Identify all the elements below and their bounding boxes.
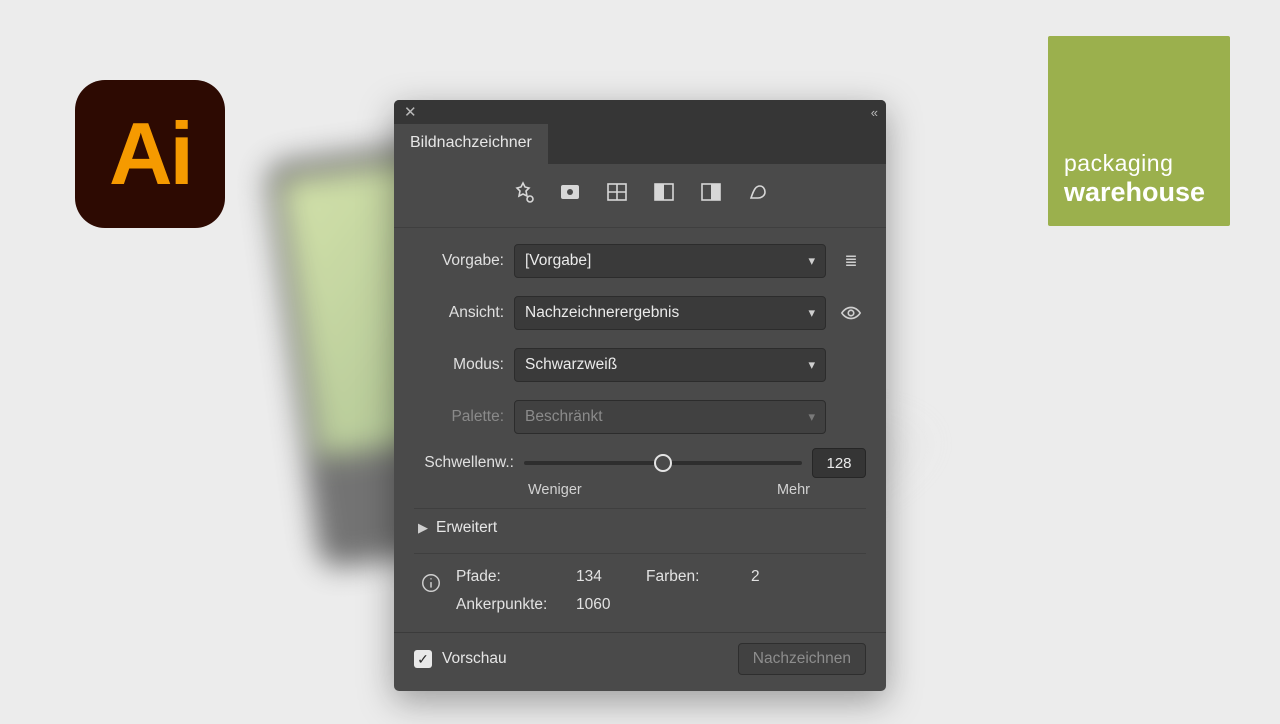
preview-label: Vorschau [442,650,507,668]
preset-value: [Vorgabe] [525,252,591,270]
anchors-value: 1060 [576,596,646,614]
view-value: Nachzeichnerergebnis [525,304,679,322]
collapse-icon[interactable]: « [871,105,876,120]
preset-dropdown[interactable]: [Vorgabe] ▾ [514,244,826,278]
threshold-slider[interactable] [524,461,802,465]
threshold-value: 128 [826,455,851,472]
paths-label: Pfade: [456,568,576,586]
colors-value: 2 [751,568,781,586]
illustrator-logo: Ai [75,80,225,228]
threshold-label: Schwellenw.: [414,454,514,472]
paths-value: 134 [576,568,646,586]
preset-label: Vorgabe: [414,252,504,270]
low-color-icon[interactable] [605,180,629,209]
chevron-down-icon: ▾ [808,253,815,269]
threshold-min-label: Weniger [528,482,582,498]
illustrator-logo-text: Ai [109,103,191,205]
view-dropdown[interactable]: Nachzeichnerergebnis ▾ [514,296,826,330]
grayscale-icon[interactable] [652,180,676,209]
panel-tab-label: Bildnachzeichner [410,134,532,151]
visibility-icon[interactable] [836,302,866,324]
panel-titlebar[interactable]: ✕ « [394,100,886,124]
anchors-label: Ankerpunkte: [456,596,576,614]
trace-button-label: Nachzeichnen [753,650,851,667]
info-icon [420,568,442,614]
preview-checkbox[interactable]: ✓ [414,650,432,668]
mode-label: Modus: [414,356,504,374]
preset-icon-row [394,164,886,228]
outline-icon[interactable] [746,180,770,209]
pw-logo-line2: warehouse [1064,177,1214,208]
triangle-right-icon: ▶ [418,520,428,536]
black-white-icon[interactable] [699,180,723,209]
mode-dropdown[interactable]: Schwarzweiß ▾ [514,348,826,382]
pw-logo-line1: packaging [1064,150,1214,177]
colors-label: Farben: [646,568,751,586]
panel-tab[interactable]: Bildnachzeichner [394,124,548,164]
slider-thumb[interactable] [654,454,672,472]
high-color-icon[interactable] [558,180,582,209]
threshold-max-label: Mehr [777,482,810,498]
trace-button[interactable]: Nachzeichnen [738,643,866,675]
palette-dropdown: Beschränkt ▾ [514,400,826,434]
close-icon[interactable]: ✕ [404,105,417,120]
advanced-label: Erweitert [436,519,497,537]
auto-color-icon[interactable] [511,180,535,209]
chevron-down-icon: ▾ [808,357,815,373]
image-trace-panel: ✕ « Bildnachzeichner Vorgabe: [Vorgabe] … [394,100,886,691]
mode-value: Schwarzweiß [525,356,617,374]
palette-label: Palette: [414,408,504,426]
advanced-toggle[interactable]: ▶ Erweitert [414,508,866,554]
chevron-down-icon: ▾ [808,305,815,321]
threshold-input[interactable]: 128 [812,448,866,478]
chevron-down-icon: ▾ [808,409,815,425]
palette-value: Beschränkt [525,408,603,426]
view-label: Ansicht: [414,304,504,322]
packaging-warehouse-logo: packaging warehouse [1048,36,1230,226]
preset-menu-icon[interactable]: ≣ [836,252,866,271]
